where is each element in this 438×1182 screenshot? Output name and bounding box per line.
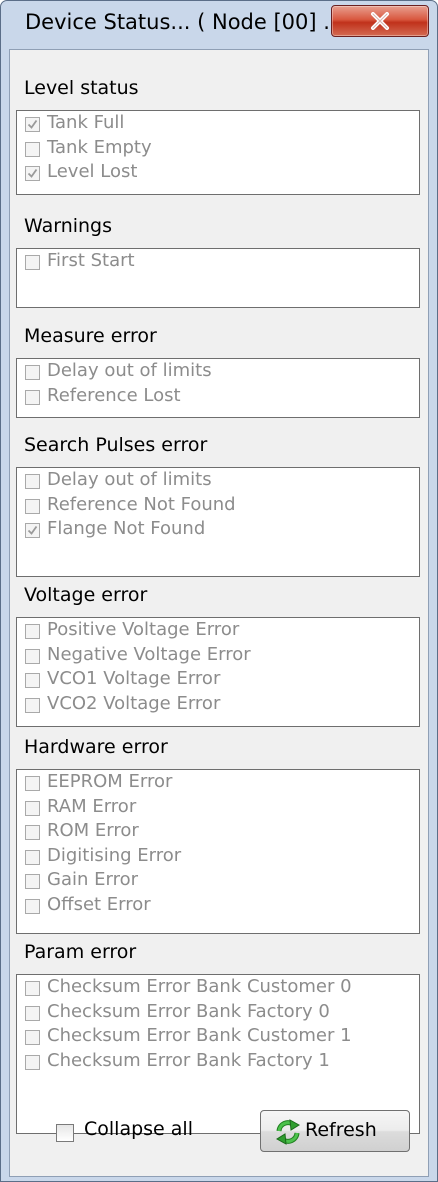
client-area: Level status Tank Full Tank Empty Level Los… [9, 49, 429, 1177]
status-checkbox [25, 498, 40, 514]
status-checkbox [25, 389, 40, 405]
status-checkbox [25, 523, 40, 539]
section-header[interactable]: Level status [12, 74, 424, 108]
status-checkbox [25, 776, 40, 791]
collapse-all-box[interactable] [56, 1124, 74, 1142]
check-icon [27, 526, 38, 536]
status-checkbox-label: Offset Error [47, 894, 151, 915]
status-checkbox [25, 648, 40, 664]
status-checkbox [25, 899, 40, 914]
section-title: Level status [24, 77, 139, 99]
status-checkbox [25, 981, 40, 996]
section-title: Measure error [24, 325, 157, 347]
section-title: Param error [24, 941, 137, 963]
status-checkbox-label: VCO1 Voltage Error [47, 668, 221, 690]
status-checkbox [25, 141, 40, 157]
section-header[interactable]: Measure error [12, 322, 424, 356]
status-checkbox-label: Checksum Error Bank Factory 1 [47, 1049, 330, 1071]
section-title: Hardware error [24, 736, 168, 758]
status-checkbox [25, 673, 40, 689]
status-checkbox [25, 166, 40, 182]
status-checkbox-label: Checksum Error Bank Customer 1 [47, 1025, 352, 1047]
window-title: Device Status... ( Node [00] ... [25, 10, 344, 34]
status-checkbox [25, 1054, 40, 1070]
status-checkbox [25, 624, 40, 639]
status-checkbox-label: Checksum Error Bank Customer 0 [47, 976, 352, 997]
section-header[interactable]: Param error [12, 938, 424, 972]
section-header[interactable]: Voltage error [12, 581, 424, 615]
status-checkbox [25, 1030, 40, 1046]
check-icon [27, 119, 38, 129]
section-search-pulses-error: Search Pulses error Delay out of limits Re… [12, 431, 424, 577]
section-checkbox-list: Tank Full Tank Empty Level Lost [16, 110, 420, 195]
status-checkbox-label: Tank Empty [47, 136, 152, 158]
section-title: Warnings [24, 215, 113, 237]
status-checkbox [25, 874, 40, 890]
status-checkbox-label: Flange Not Found [47, 518, 206, 540]
section-checkbox-list: Positive Voltage Error Negative Voltage E… [16, 617, 420, 727]
section-title: Search Pulses error [24, 434, 208, 456]
refresh-icon [276, 1119, 300, 1145]
section-hardware-error: Hardware error EEPROM Error RAM Error ROM E… [12, 733, 424, 934]
status-checkbox-label: Positive Voltage Error [47, 619, 240, 640]
close-icon [371, 12, 389, 30]
status-checkbox-label: Reference Not Found [47, 493, 236, 515]
refresh-button[interactable]: Refresh [260, 1110, 410, 1152]
status-checkbox [25, 365, 40, 380]
status-checkbox [25, 474, 40, 489]
section-warnings: Warnings First Start [12, 212, 424, 308]
refresh-label: Refresh [305, 1119, 377, 1141]
section-checkbox-list: Delay out of limits Reference Not Found Fl… [16, 467, 420, 577]
status-checkbox [25, 117, 40, 132]
section-measure-error: Measure error Delay out of limits Referenc… [12, 322, 424, 418]
status-checkbox-label: EEPROM Error [47, 771, 173, 792]
collapse-all-label: Collapse all [84, 1118, 193, 1140]
status-checkbox [25, 255, 40, 270]
status-checkbox-label: Digitising Error [47, 844, 182, 866]
status-checkbox-label: ROM Error [47, 820, 139, 842]
footer-bar: Collapse all Refresh [10, 1102, 428, 1176]
section-voltage-error: Voltage error Positive Voltage Error Negat… [12, 581, 424, 727]
section-checkbox-list: First Start [16, 248, 420, 308]
status-checkbox [25, 849, 40, 865]
title-bar: Device Status... ( Node [00] ... [1, 1, 437, 41]
check-icon [27, 169, 38, 179]
device-status-window: Device Status... ( Node [00] ... Level s… [0, 0, 438, 1182]
section-header[interactable]: Hardware error [12, 733, 424, 767]
status-checkbox-label: Checksum Error Bank Factory 0 [47, 1000, 330, 1022]
status-checkbox-label: Level Lost [47, 161, 138, 183]
section-level-status: Level status Tank Full Tank Empty Level Los… [12, 74, 424, 195]
status-checkbox-label: Tank Full [47, 112, 125, 133]
status-checkbox [25, 697, 40, 713]
status-checkbox [25, 800, 40, 816]
status-checkbox-label: Delay out of limits [47, 469, 212, 490]
status-checkbox-label: Reference Lost [47, 384, 181, 406]
section-header[interactable]: Warnings [12, 212, 424, 246]
status-checkbox-label: Delay out of limits [47, 360, 212, 381]
status-checkbox [25, 1005, 40, 1021]
status-checkbox-label: VCO2 Voltage Error [47, 692, 221, 714]
section-checkbox-list: Delay out of limits Reference Lost [16, 358, 420, 418]
close-button[interactable] [331, 5, 429, 37]
section-header[interactable]: Search Pulses error [12, 431, 424, 465]
status-checkbox-label: First Start [47, 250, 135, 271]
status-checkbox-label: Gain Error [47, 869, 138, 891]
status-checkbox-label: Negative Voltage Error [47, 643, 251, 665]
section-checkbox-list: EEPROM Error RAM Error ROM Error Digitising… [16, 769, 420, 934]
status-checkbox [25, 825, 40, 841]
section-title: Voltage error [24, 584, 148, 606]
status-checkbox-label: RAM Error [47, 795, 137, 817]
